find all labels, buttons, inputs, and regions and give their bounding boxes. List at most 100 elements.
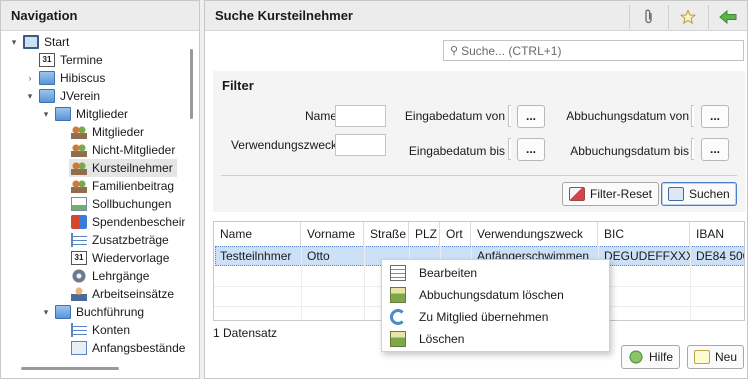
tree-item-kursteilnehmer[interactable]: Kursteilnehmer: [69, 159, 177, 177]
entry-date-from-picker-button[interactable]: ...: [517, 105, 545, 128]
search-button-label: Suchen: [689, 187, 730, 201]
new-button[interactable]: Neu: [687, 345, 745, 369]
binoculars-icon: [668, 187, 684, 201]
tree-item-termine[interactable]: 31 Termine: [39, 51, 103, 69]
tree-item-label: Familienbeitrag: [92, 179, 175, 193]
tree-item-label: Wiedervorlage: [92, 251, 170, 265]
tree-item-anfangsbestaende[interactable]: Anfangsbestände: [71, 339, 185, 357]
gear-icon: [71, 269, 87, 283]
purpose-field[interactable]: [335, 134, 386, 156]
members-icon: [71, 143, 87, 157]
column-header-plz[interactable]: PLZ: [409, 222, 440, 246]
collapse-icon[interactable]: ▾: [9, 37, 19, 47]
context-item-zu-mitglied-uebernehmen[interactable]: Zu Mitglied übernehmen: [382, 306, 609, 328]
help-icon: [628, 350, 644, 364]
cell-iban: DE84 500: [696, 249, 745, 263]
context-item-label: Löschen: [419, 332, 465, 346]
tree-item-label: Start: [44, 35, 70, 49]
context-item-bearbeiten[interactable]: Bearbeiten: [382, 262, 609, 284]
back-arrow-icon[interactable]: [713, 5, 743, 28]
new-document-icon: [694, 350, 710, 364]
tree-item-label: Zusatzbeträge: [92, 233, 169, 247]
vertical-scrollbar[interactable]: [190, 49, 193, 119]
context-item-label: Bearbeiten: [419, 266, 478, 280]
calculator-icon: [71, 341, 87, 355]
entry-date-from-field[interactable]: [508, 105, 511, 127]
debit-date-from-picker-button[interactable]: ...: [701, 105, 729, 128]
divider: [708, 5, 709, 29]
search-button[interactable]: Suchen: [661, 182, 737, 206]
tree-item-label: Hibiscus: [60, 71, 106, 85]
tree-item-sollbuchungen[interactable]: Sollbuchungen: [71, 195, 171, 213]
collapse-icon[interactable]: ▾: [41, 307, 51, 317]
column-header-verwendungszweck[interactable]: Verwendungszweck: [471, 222, 598, 246]
help-button[interactable]: Hilfe: [621, 345, 681, 369]
column-header-name[interactable]: Name: [214, 222, 301, 246]
tree-item-label: Lehrgänge: [92, 269, 150, 283]
context-item-loeschen[interactable]: Löschen: [382, 328, 609, 350]
calendar-icon: 31: [39, 53, 55, 67]
debit-date-to-picker-button[interactable]: ...: [701, 138, 729, 161]
navigation-tree: ▾ Start 31 Termine › Hibiscus ▾ JVerein …: [1, 32, 185, 362]
navigation-panel: Navigation ▾ Start 31 Termine › Hibiscus…: [0, 0, 200, 379]
debit-date-from-field[interactable]: [691, 105, 694, 127]
receipt-icon: [71, 197, 87, 211]
cell-vorname: Otto: [307, 249, 330, 263]
debit-date-to-field[interactable]: [691, 138, 694, 160]
column-header-bic[interactable]: BIC: [598, 222, 690, 246]
name-field[interactable]: [335, 105, 386, 127]
tree-item-hibiscus[interactable]: Hibiscus: [39, 69, 105, 87]
eraser-icon: [569, 187, 585, 201]
tree-item-lehrgaenge[interactable]: Lehrgänge: [71, 267, 149, 285]
calendar-icon: 31: [71, 251, 87, 265]
tree-item-wiedervorlage[interactable]: 31 Wiedervorlage: [71, 249, 169, 267]
horizontal-scrollbar[interactable]: [21, 367, 119, 370]
cell-name: Testteilnhmer: [220, 249, 292, 263]
tree-item-label: Nicht-Mitglieder: [92, 143, 176, 157]
column-header-strasse[interactable]: Straße: [364, 222, 409, 246]
divider: [301, 246, 302, 320]
column-header-ort[interactable]: Ort: [440, 222, 471, 246]
search-icon: ⚲: [450, 45, 459, 57]
tree-item-jverein[interactable]: JVerein: [39, 87, 100, 105]
tree-item-mitglieder-folder[interactable]: Mitglieder: [55, 105, 128, 123]
collapse-icon[interactable]: ▾: [25, 91, 35, 101]
list-icon: [71, 323, 87, 337]
filter-box: Filter Name Eingabedatum von ... Abbuchu…: [213, 71, 745, 212]
tree-item-label: Sollbuchungen: [92, 197, 172, 211]
tree-item-nicht-mitglieder[interactable]: Nicht-Mitglieder: [71, 141, 175, 159]
tree-item-mitglieder[interactable]: Mitglieder: [71, 123, 144, 141]
column-header-vorname[interactable]: Vorname: [301, 222, 364, 246]
tree-item-buchfuehrung[interactable]: Buchführung: [55, 303, 144, 321]
entry-date-to-field[interactable]: [508, 138, 511, 160]
search-input[interactable]: ⚲ Suche... (CTRL+1): [443, 40, 744, 61]
bookmark-star-icon[interactable]: [673, 5, 703, 28]
record-count: 1 Datensatz: [213, 326, 278, 340]
tree-item-spendenbescheinigungen[interactable]: Spendenbescheinigungen: [71, 213, 185, 231]
context-item-label: Abbuchungsdatum löschen: [419, 288, 564, 302]
tree-item-label: Anfangsbestände: [92, 341, 185, 355]
tree-item-zusatzbetraege[interactable]: Zusatzbeträge: [71, 231, 169, 249]
column-header-iban[interactable]: IBAN: [690, 222, 744, 246]
filter-reset-button[interactable]: Filter-Reset: [562, 182, 660, 206]
tree-item-start[interactable]: Start: [23, 33, 69, 51]
folder-icon: [55, 107, 71, 121]
collapse-icon[interactable]: ▾: [41, 109, 51, 119]
context-item-abbuchungsdatum-loeschen[interactable]: Abbuchungsdatum löschen: [382, 284, 609, 306]
tree-item-konten[interactable]: Konten: [71, 321, 130, 339]
tree-item-label: Mitglieder: [76, 107, 129, 121]
search-placeholder: Suche... (CTRL+1): [461, 43, 562, 58]
context-menu: Bearbeiten Abbuchungsdatum löschen Zu Mi…: [381, 259, 610, 352]
filter-reset-label: Filter-Reset: [590, 187, 653, 201]
attachment-icon[interactable]: [634, 5, 664, 28]
expand-icon[interactable]: ›: [25, 73, 35, 83]
list-icon: [71, 233, 87, 247]
debit-date-to-label: Abbuchungsdatum bis: [570, 144, 689, 158]
tree-item-label: Arbeitseinsätze: [92, 287, 175, 301]
entry-date-to-picker-button[interactable]: ...: [517, 138, 545, 161]
worker-icon: [71, 287, 87, 301]
entry-date-from-label: Eingabedatum von: [404, 109, 505, 123]
tree-item-arbeitseinsaetze[interactable]: Arbeitseinsätze: [71, 285, 174, 303]
context-item-label: Zu Mitglied übernehmen: [419, 310, 549, 324]
tree-item-familienbeitrag[interactable]: Familienbeitrag: [71, 177, 174, 195]
